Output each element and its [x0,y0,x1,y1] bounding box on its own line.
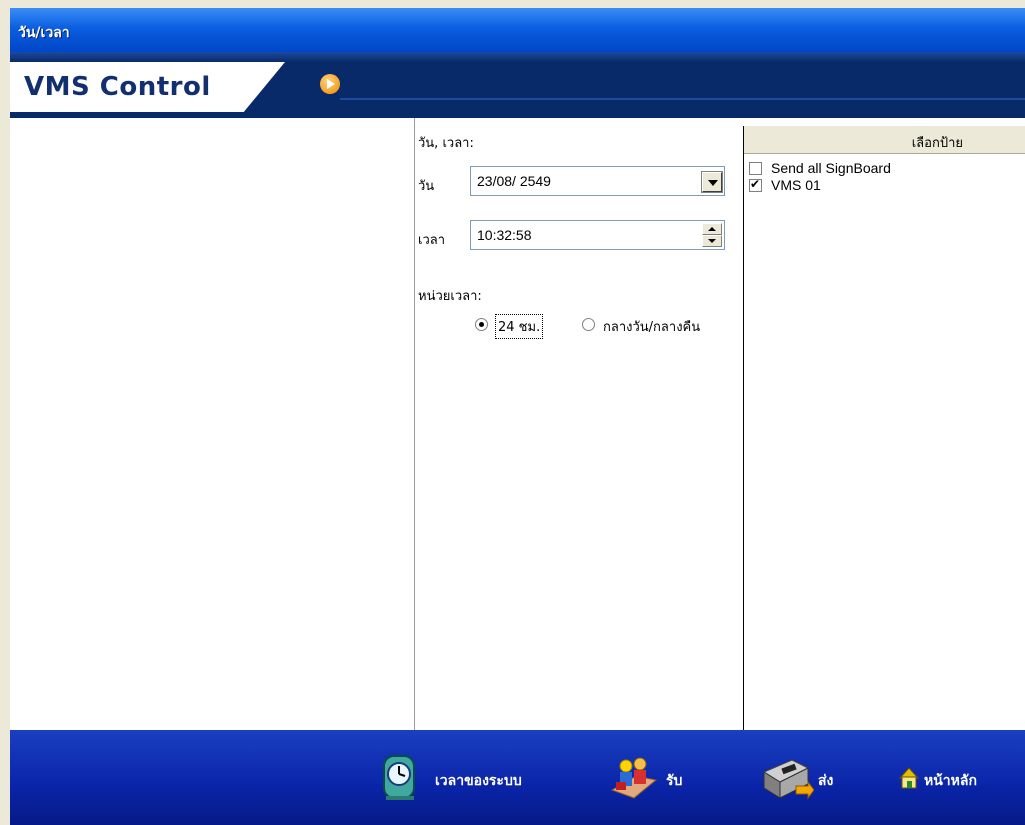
system-time-label: เวลาของระบบ [435,773,522,789]
chevron-down-icon[interactable] [701,171,723,193]
checkbox-send-all[interactable] [749,162,762,175]
app-header: VMS Control [10,52,1025,118]
radio-24h[interactable] [475,318,488,331]
signboard-list-header: เลือกป้าย [744,126,1025,154]
radio-24h-label[interactable]: 24 ชม. [495,314,544,339]
window-title: วัน/เวลา [18,25,70,41]
date-dropdown[interactable]: 23/08/ 2549 [470,166,725,196]
checkbox-vms-01-label[interactable]: VMS 01 [771,177,821,193]
system-time-button[interactable]: เวลาของระบบ [380,752,590,804]
app-logo: VMS Control [24,72,211,102]
title-bar: วัน/เวลา [10,8,1025,52]
home-icon [898,767,920,789]
receive-icon [610,757,658,799]
header-divider [340,98,1025,100]
checkbox-send-all-label[interactable]: Send all SignBoard [771,160,891,176]
send-label: ส่ง [818,773,834,789]
receive-button[interactable]: รับ [606,752,706,804]
left-pane [10,118,415,730]
receive-label: รับ [666,773,683,789]
home-label: หน้าหลัก [924,773,977,789]
signboard-list-title: เลือกป้าย [911,136,963,151]
send-icon [762,759,814,800]
spin-up-icon[interactable] [702,223,722,235]
app-window: วัน/เวลา VMS Control วัน, เวลา: วัน 23/0… [0,0,1025,825]
date-value: 23/08/ 2549 [477,173,551,189]
spin-down-icon[interactable] [702,235,722,247]
time-unit-label: หน่วยเวลา: [418,289,482,304]
datetime-panel: วัน, เวลา: วัน 23/08/ 2549 เวลา 10:32:58… [415,118,743,730]
date-label: วัน [418,179,435,194]
time-label: เวลา [418,233,446,248]
send-button[interactable]: ส่ง [758,752,858,804]
clock-icon [383,755,415,800]
checkbox-vms-01[interactable] [749,177,762,192]
signboard-list: เลือกป้าย Send all SignBoard VMS 01 [743,126,1025,730]
spin-buttons[interactable] [702,223,722,247]
radio-ampm[interactable] [582,318,595,331]
home-button[interactable]: หน้าหลัก [898,752,1023,804]
bottom-toolbar: เวลาของระบบ รับ ส่ง หน้าหลัก [10,730,1025,825]
play-circle-icon[interactable] [320,74,340,94]
time-spinner[interactable]: 10:32:58 [470,220,725,250]
datetime-section-label: วัน, เวลา: [418,136,474,151]
main-content: วัน, เวลา: วัน 23/08/ 2549 เวลา 10:32:58… [10,118,1025,730]
radio-ampm-label[interactable]: กลางวัน/กลางคืน [603,316,700,337]
time-value: 10:32:58 [477,227,532,243]
